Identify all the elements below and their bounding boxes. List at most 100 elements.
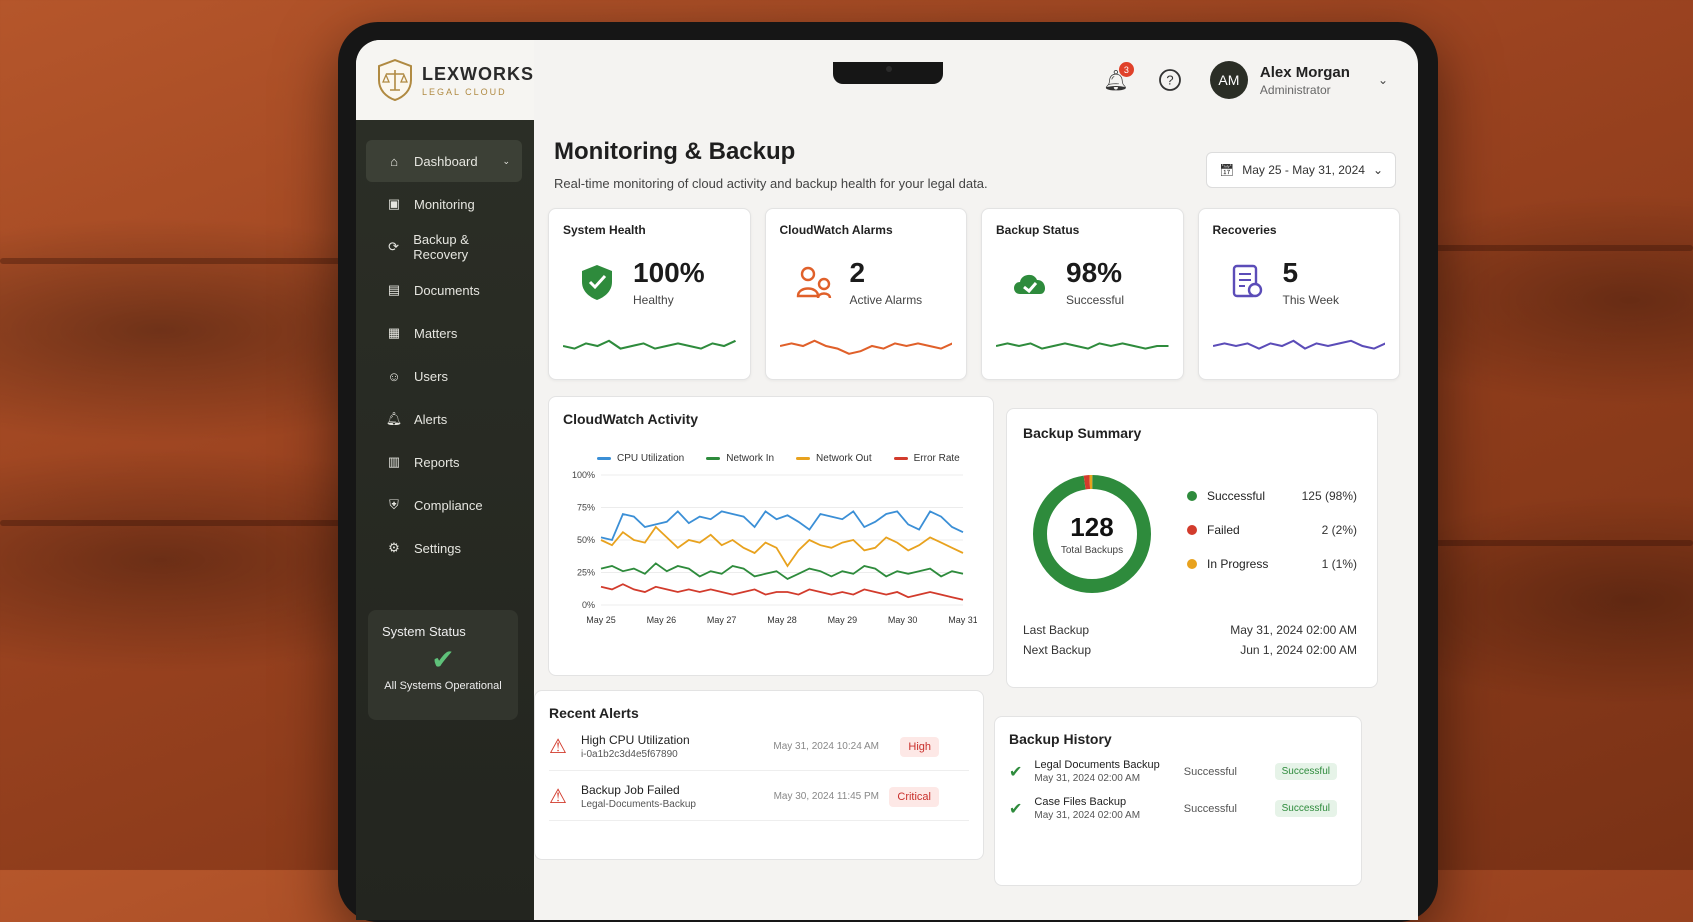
sidebar-item-backup-recovery[interactable]: ⟳ Backup & Recovery	[366, 226, 522, 268]
legend-label: Network In	[726, 453, 775, 464]
legend-item: Network In	[706, 453, 774, 464]
series-line	[600, 583, 964, 601]
legend-label: Error Rate	[913, 453, 960, 464]
status-dot	[1187, 491, 1197, 501]
alert-text: High CPU Utilization i-0a1b2c3d4e5f67890	[581, 733, 690, 760]
card-value: 5	[1282, 257, 1299, 288]
couch-seam	[1433, 540, 1693, 546]
metric-card[interactable]: System Health 100% Healthy	[548, 208, 751, 380]
backup-legend: Successful 125 (98%) Failed 2 (2%) In Progre…	[1187, 489, 1357, 591]
total-backups-label: Total Backups	[1060, 545, 1124, 556]
card-body: 5 This Week	[1213, 257, 1386, 307]
sidebar-item-monitoring[interactable]: ▣ Monitoring	[366, 183, 522, 225]
alert-list: ⚠ High CPU Utilization i-0a1b2c3d4e5f67890…	[549, 733, 969, 821]
user-menu[interactable]: AM Alex Morgan Administrator ⌄	[1209, 61, 1388, 99]
metric-cards: System Health 100% Healthy CloudWatch Alarm…	[548, 208, 1400, 380]
sidebar-item-settings[interactable]: ⚙ Settings	[366, 527, 522, 569]
notification-bell-button[interactable]: 🔔︎ 3	[1102, 62, 1134, 94]
sparkline	[1212, 339, 1385, 350]
user-role: Administrator	[1259, 82, 1331, 97]
card-value: 100%	[633, 257, 705, 288]
series-line	[600, 525, 964, 568]
metric-card[interactable]: Backup Status 98% Successful	[981, 208, 1184, 380]
calendar-icon: 📅︎	[1218, 163, 1235, 177]
card-values: 100% Healthy	[633, 257, 705, 307]
history-list: ✔ Legal Documents Backup May 31, 2024 02:0…	[1009, 759, 1347, 821]
legend-swatch	[796, 457, 811, 460]
brand-logo[interactable]: LEXWORKS LEGAL CLOUD	[356, 40, 534, 120]
history-row[interactable]: ✔ Legal Documents Backup May 31, 2024 02:0…	[1009, 759, 1347, 784]
shield-icon: ⛨	[389, 497, 399, 512]
metric-card[interactable]: CloudWatch Alarms 2 Active Alarms	[764, 208, 967, 380]
card-title: CloudWatch Alarms	[779, 223, 893, 237]
status-pill: Successful	[1274, 800, 1337, 817]
panel-title: Backup History	[1009, 731, 1112, 747]
shield-check-icon	[582, 265, 612, 300]
sparkline-path	[1212, 339, 1385, 350]
legend-value: 2 (2%)	[1321, 523, 1357, 537]
help-icon: ?	[1159, 69, 1181, 91]
history-status: Successful	[1183, 802, 1237, 815]
total-backups-value: 128	[1070, 512, 1114, 542]
status-dot	[1187, 525, 1197, 535]
alert-row[interactable]: ⚠ High CPU Utilization i-0a1b2c3d4e5f67890…	[549, 733, 969, 771]
legend-item: CPU Utilization	[597, 453, 684, 464]
card-label: This Week	[1282, 293, 1339, 307]
legend-swatch	[893, 457, 908, 460]
card-values: 2 Active Alarms	[850, 257, 923, 307]
sparkline-path	[996, 342, 1169, 350]
legend-item: Successful 125 (98%)	[1187, 489, 1357, 503]
status-pill: Successful	[1274, 763, 1337, 780]
series-line	[600, 562, 964, 581]
alert-row[interactable]: ⚠ Backup Job Failed Legal-Documents-Backup…	[549, 783, 969, 821]
alarm-users-icon	[796, 266, 831, 299]
panel-title: Recent Alerts	[549, 705, 639, 721]
series-line	[600, 510, 964, 542]
sidebar-item-label: Matters	[414, 325, 458, 341]
sidebar-item-dashboard[interactable]: ⌂ Dashboard ⌄	[366, 140, 522, 182]
history-title: Case Files Backup	[1034, 796, 1127, 808]
panel-title: CloudWatch Activity	[563, 411, 699, 427]
dashboard-icon: ⌂	[390, 153, 398, 169]
sidebar: ⌂ Dashboard ⌄ ▣ Monitoring ⟳ Backup & Recovery…	[356, 120, 534, 920]
card-label: Active Alarms	[849, 293, 923, 307]
sidebar-item-alerts[interactable]: 🔔︎ Alerts	[366, 398, 522, 440]
help-button[interactable]: ?	[1156, 66, 1184, 94]
brand-subtitle: LEGAL CLOUD	[421, 86, 507, 97]
legend-label: Failed	[1207, 523, 1240, 537]
card-title: Recoveries	[1212, 223, 1277, 237]
document-icon: ▤	[387, 282, 401, 297]
sparkline	[996, 342, 1169, 350]
cloud-check-icon	[1014, 274, 1046, 294]
history-text: Legal Documents Backup May 31, 2024 02:00…	[1034, 759, 1159, 784]
sidebar-item-users[interactable]: ☺ Users	[366, 355, 522, 397]
gear-icon: ⚙	[388, 540, 400, 555]
backup-schedule: Last Backup May 31, 2024 02:00 AM Next Ba…	[1023, 617, 1357, 657]
chevron-down-icon[interactable]: ⌄	[1378, 73, 1388, 87]
camera-icon	[886, 66, 892, 72]
x-tick-label: May 28	[767, 615, 797, 625]
metric-card[interactable]: Recoveries 5 This Week	[1197, 208, 1400, 380]
sidebar-item-reports[interactable]: ▥ Reports	[366, 441, 522, 483]
sidebar-item-compliance[interactable]: ⛨ Compliance	[366, 484, 522, 526]
legend-swatch	[706, 457, 721, 460]
legend-item: Failed 2 (2%)	[1187, 523, 1357, 537]
alert-resource: i-0a1b2c3d4e5f67890	[580, 749, 678, 760]
svg-text:?: ?	[1166, 73, 1173, 88]
history-row[interactable]: ✔ Case Files Backup May 31, 2024 02:00 AM S…	[1009, 796, 1347, 821]
sidebar-item-label: Backup & Recovery	[413, 232, 469, 262]
card-value: 2	[849, 257, 866, 288]
sidebar-item-documents[interactable]: ▤ Documents	[366, 269, 522, 311]
y-tick-label: 50%	[577, 535, 595, 545]
next-backup-label: Next Backup	[1023, 643, 1092, 657]
sidebar-item-matters[interactable]: ▦ Matters	[366, 312, 522, 354]
report-icon: ▥	[387, 454, 401, 469]
legend-swatch	[597, 457, 611, 460]
sidebar-item-label: Compliance	[414, 497, 483, 513]
couch-seam	[1433, 245, 1693, 251]
y-tick-label: 0%	[582, 600, 595, 610]
card-title: Backup Status	[996, 223, 1080, 237]
check-circle-icon: ✔	[1009, 800, 1023, 818]
legend-item: Error Rate	[893, 453, 960, 464]
date-range-picker[interactable]: 📅︎ May 25 - May 31, 2024 ⌄	[1205, 152, 1396, 188]
